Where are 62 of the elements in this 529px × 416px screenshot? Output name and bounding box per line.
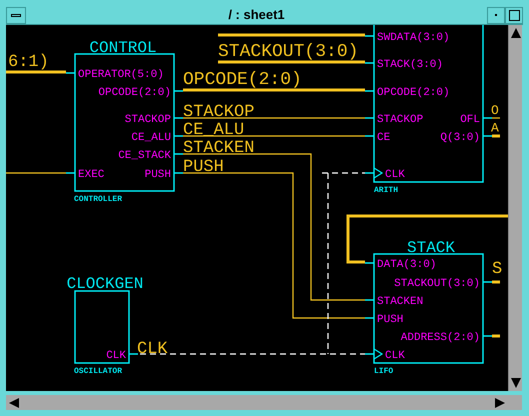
pin-label: CLK (385, 350, 405, 362)
minimize-icon (495, 14, 497, 16)
net-label: A (491, 120, 499, 136)
bus-wire (6, 70, 66, 74)
component-title: CLOCKGEN (66, 275, 144, 293)
net-label: STACKOP (183, 103, 254, 122)
net-label: PUSH (183, 158, 224, 177)
net-label: OPCODE(2:0) (183, 70, 302, 90)
maximize-icon (508, 10, 520, 20)
pin-label: SWDATA(3:0) (377, 32, 450, 44)
scroll-left-icon[interactable] (9, 398, 19, 408)
component-symbol[interactable] (74, 53, 175, 192)
pin-label: OPCODE(2:0) (98, 87, 171, 99)
net-label: CE_ALU (183, 121, 244, 140)
component-type: OSCILLATOR (74, 367, 122, 376)
bus-wire (492, 334, 500, 338)
pin-label: CE_STACK (118, 150, 171, 162)
pin-label: OPERATOR(5:0) (78, 69, 164, 81)
maximize-button[interactable] (505, 6, 523, 24)
component-symbol[interactable] (373, 25, 484, 183)
net-label: STACKEN (183, 139, 254, 158)
pin-label: CLK (106, 350, 126, 362)
scrollbar-corner (508, 395, 522, 410)
pin-label: CE (377, 132, 390, 144)
pin-label: EXEC (78, 169, 104, 181)
component-symbol[interactable] (74, 290, 130, 364)
net-label: O (491, 103, 499, 118)
pin-label: PUSH (377, 314, 404, 326)
schematic-canvas[interactable] (6, 25, 508, 391)
window-menu-button[interactable] (6, 6, 26, 24)
component-type: CONTROLLER (74, 195, 122, 204)
bus-wire (492, 280, 500, 284)
pin-label: PUSH (144, 169, 171, 181)
component-title: CONTROL (89, 39, 157, 57)
component-type: ARITH (374, 186, 398, 195)
pin-label: STACK(3:0) (377, 59, 444, 71)
pin-label: OFL (460, 114, 480, 126)
net-label: CLK (137, 340, 168, 359)
bus-wire (492, 134, 500, 138)
component-title: STACK (407, 239, 455, 257)
wire (6, 172, 66, 174)
net-label: S (492, 260, 502, 279)
pin-label: STACKOP (124, 114, 171, 126)
menu-bar-icon (11, 14, 21, 16)
vertical-scrollbar[interactable] (508, 25, 522, 391)
pin-label: STACKOP (377, 114, 424, 126)
pin-label: STACKOUT(3:0) (394, 278, 480, 290)
net-label: 6:1) (8, 53, 49, 72)
pin-label: CE_ALU (131, 132, 171, 144)
wire (492, 117, 500, 119)
net-label: STACKOUT(3:0) (218, 42, 358, 62)
pin-label: OPCODE(2:0) (377, 87, 450, 99)
scroll-up-icon[interactable] (510, 28, 520, 38)
horizontal-scrollbar[interactable] (6, 395, 508, 410)
pin-label: CLK (385, 169, 405, 181)
component-type: LIFO (374, 367, 394, 376)
component-symbol[interactable] (373, 253, 484, 364)
pin-label: DATA(3:0) (377, 259, 436, 271)
window-title: / : sheet1 (227, 6, 286, 24)
pin-label: ADDRESS(2:0) (400, 332, 480, 344)
pin-label: Q(3:0) (440, 132, 480, 144)
pin-label: STACKEN (377, 296, 424, 308)
